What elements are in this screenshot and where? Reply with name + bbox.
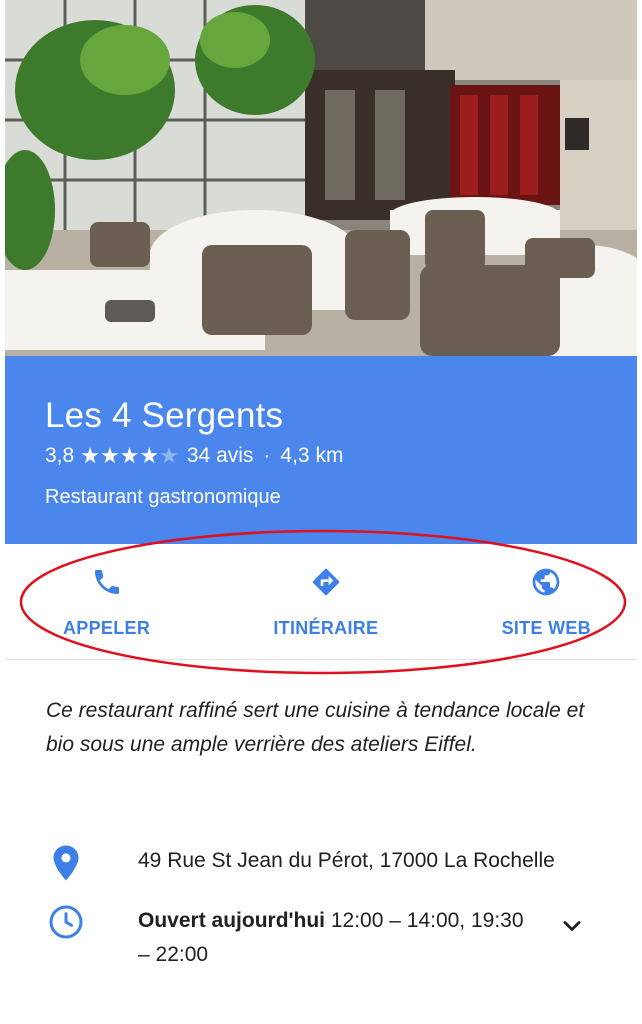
star-icon: ★ [139,443,160,468]
star-icon: ★ [80,443,100,468]
location-pin-icon [46,844,86,884]
star-icon: ★ [99,443,120,468]
place-category: Restaurant gastronomique [45,486,281,508]
review-count[interactable]: 34 avis [187,442,254,470]
star-icon: ★ [119,443,140,468]
website-label: SITE WEB [501,618,591,638]
chevron-down-icon[interactable] [558,912,586,940]
directions-label: ITINÉRAIRE [273,618,379,638]
globe-icon [528,564,564,600]
call-label: APPELER [63,618,151,638]
address-text: 49 Rue St Jean du Pérot, 17000 La Rochel… [138,849,555,872]
distance: 4,3 km [280,444,344,467]
hours-status: Ouvert aujourd'hui [138,909,326,932]
address-row[interactable]: 49 Rue St Jean du Pérot, 17000 La Rochel… [46,844,616,884]
hours-text: Ouvert aujourd'hui 12:00 – 14:00, 19:30 … [138,904,538,972]
place-header: Les 4 Sergents 3,8 ★ ★ ★ ★ ★ 34 avis · 4… [5,356,637,544]
star-rating: ★ ★ ★ ★ ★ [80,445,179,467]
clock-icon [46,904,86,944]
rating-line[interactable]: 3,8 ★ ★ ★ ★ ★ 34 avis · 4,3 km [45,442,637,470]
place-description: Ce restaurant raffiné sert une cuisine à… [46,699,585,756]
place-name: Les 4 Sergents [45,396,284,435]
star-empty-icon: ★ [159,443,179,468]
directions-icon [308,564,344,600]
rating-value: 3,8 [45,444,75,467]
website-button[interactable]: SITE WEB [502,544,591,659]
separator: · [263,444,271,467]
call-button[interactable]: APPELER [63,544,150,659]
directions-button[interactable]: ITINÉRAIRE [273,544,378,659]
action-bar: APPELER ITINÉRAIRE SITE WEB [5,544,637,660]
restaurant-photo[interactable] [5,0,637,356]
phone-icon [89,564,125,600]
hours-row[interactable]: Ouvert aujourd'hui 12:00 – 14:00, 19:30 … [46,904,616,972]
